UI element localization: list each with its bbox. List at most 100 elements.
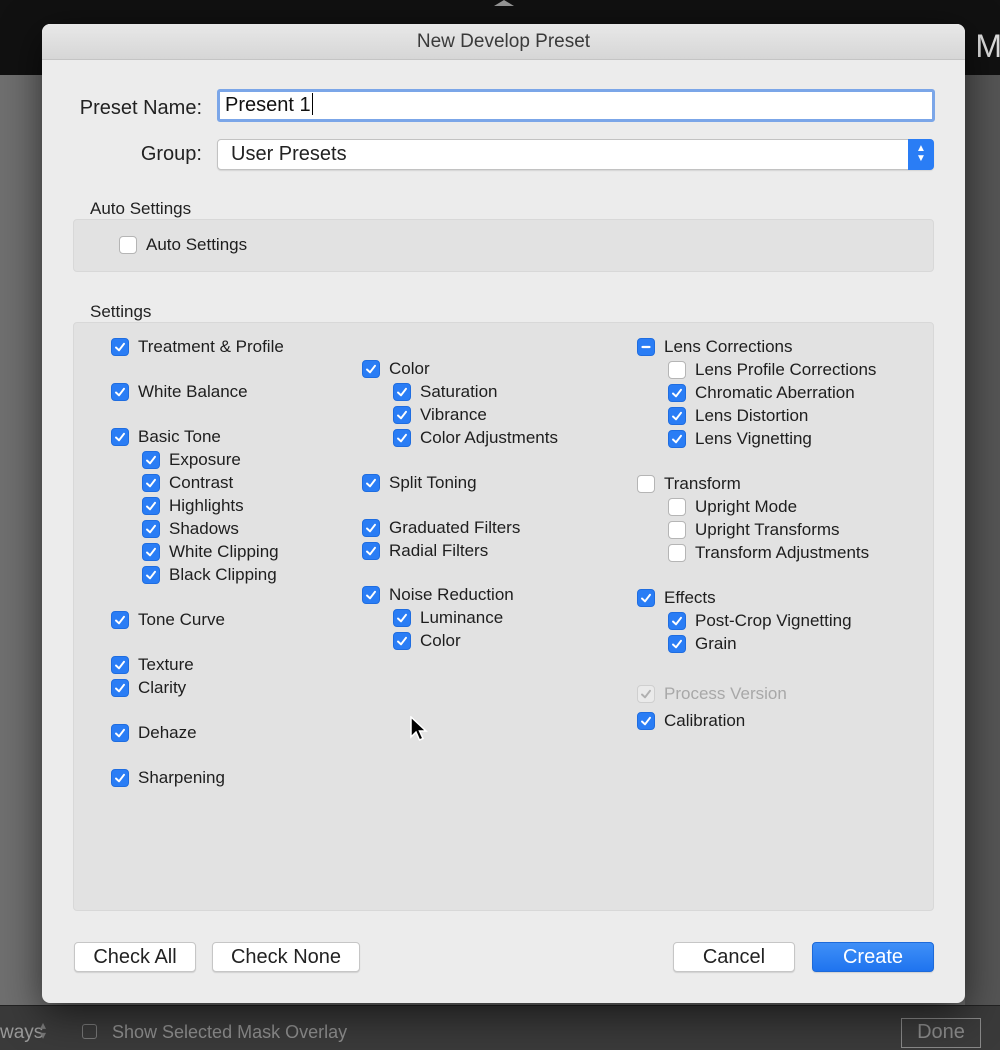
auto-settings-checkbox[interactable]: Auto Settings: [119, 235, 247, 255]
checkmark-icon[interactable]: [668, 635, 686, 653]
setting-shadows-checkbox[interactable]: Shadows: [142, 519, 239, 539]
checkmark-icon[interactable]: [142, 497, 160, 515]
checkmark-icon[interactable]: [111, 724, 129, 742]
checkmark-icon[interactable]: [362, 474, 380, 492]
group-select[interactable]: User Presets ▲ ▼: [217, 139, 934, 170]
setting-label: White Clipping: [169, 542, 279, 561]
select-arrows-icon[interactable]: ▴ ▾: [40, 1019, 46, 1041]
checkmark-icon[interactable]: [111, 679, 129, 697]
checkmark-icon[interactable]: [393, 406, 411, 424]
setting-radial-filters-checkbox[interactable]: Radial Filters: [362, 541, 488, 561]
checkmark-icon[interactable]: [362, 519, 380, 537]
checkmark-icon[interactable]: [111, 769, 129, 787]
setting-color-adjustments-checkbox[interactable]: Color Adjustments: [393, 428, 558, 448]
setting-clarity-checkbox[interactable]: Clarity: [111, 678, 186, 698]
new-develop-preset-dialog: New Develop Preset Preset Name: Present …: [42, 24, 965, 1003]
checkmark-icon[interactable]: [668, 430, 686, 448]
done-button[interactable]: Done: [901, 1018, 981, 1048]
select-chevrons-icon[interactable]: ▲ ▼: [908, 139, 934, 170]
setting-label: Upright Transforms: [695, 520, 840, 539]
setting-post-crop-vignetting-checkbox[interactable]: Post-Crop Vignetting: [668, 611, 852, 631]
checkmark-icon: [637, 685, 655, 703]
checkmark-icon[interactable]: [111, 428, 129, 446]
checkmark-icon[interactable]: [668, 407, 686, 425]
setting-white-balance-checkbox[interactable]: White Balance: [111, 382, 248, 402]
setting-label: Saturation: [420, 382, 498, 401]
setting-label: Noise Reduction: [389, 585, 514, 604]
checkmark-icon[interactable]: [142, 451, 160, 469]
setting-saturation-checkbox[interactable]: Saturation: [393, 382, 498, 402]
toolbar-select-label[interactable]: ways: [0, 1022, 43, 1044]
checkmark-icon[interactable]: [362, 360, 380, 378]
setting-chromatic-aberration-checkbox[interactable]: Chromatic Aberration: [668, 383, 855, 403]
setting-effects-checkbox[interactable]: Effects: [637, 588, 716, 608]
auto-settings-checkbox-label: Auto Settings: [146, 235, 248, 254]
setting-exposure-checkbox[interactable]: Exposure: [142, 450, 241, 470]
checkmark-icon[interactable]: [393, 632, 411, 650]
setting-color-checkbox[interactable]: Color: [362, 359, 430, 379]
setting-lens-corrections-checkbox[interactable]: Lens Corrections: [637, 337, 793, 357]
setting-grain-checkbox[interactable]: Grain: [668, 634, 737, 654]
checkmark-icon[interactable]: [142, 474, 160, 492]
setting-contrast-checkbox[interactable]: Contrast: [142, 473, 233, 493]
setting-lens-vignetting-checkbox[interactable]: Lens Vignetting: [668, 429, 812, 449]
checkmark-icon[interactable]: [637, 589, 655, 607]
setting-calibration-checkbox[interactable]: Calibration: [637, 711, 745, 731]
check-all-button[interactable]: Check All: [74, 942, 196, 972]
mask-overlay-checkbox[interactable]: [82, 1024, 97, 1039]
checkmark-icon[interactable]: [362, 586, 380, 604]
preset-name-input[interactable]: Present 1: [217, 89, 935, 122]
setting-dehaze-checkbox[interactable]: Dehaze: [111, 723, 197, 743]
preset-name-value: Present 1: [225, 94, 311, 116]
setting-texture-checkbox[interactable]: Texture: [111, 655, 194, 675]
setting-transform-checkbox[interactable]: Transform: [637, 474, 741, 494]
create-button[interactable]: Create: [812, 942, 934, 972]
setting-label: Luminance: [420, 608, 504, 627]
setting-color-checkbox[interactable]: Color: [393, 631, 461, 651]
setting-highlights-checkbox[interactable]: Highlights: [142, 496, 244, 516]
setting-sharpening-checkbox[interactable]: Sharpening: [111, 768, 225, 788]
setting-label: Radial Filters: [389, 541, 489, 560]
mixed-state-icon[interactable]: [637, 338, 655, 356]
unchecked-box[interactable]: [668, 521, 686, 539]
setting-tone-curve-checkbox[interactable]: Tone Curve: [111, 610, 225, 630]
setting-black-clipping-checkbox[interactable]: Black Clipping: [142, 565, 277, 585]
setting-lens-profile-corrections-checkbox[interactable]: Lens Profile Corrections: [668, 360, 876, 380]
checkmark-icon[interactable]: [111, 611, 129, 629]
checkbox-box[interactable]: [119, 236, 137, 254]
setting-treatment-profile-checkbox[interactable]: Treatment & Profile: [111, 337, 284, 357]
setting-label: Process Version: [664, 684, 787, 703]
checkmark-icon[interactable]: [111, 656, 129, 674]
setting-split-toning-checkbox[interactable]: Split Toning: [362, 473, 477, 493]
checkmark-icon[interactable]: [142, 543, 160, 561]
setting-basic-tone-checkbox[interactable]: Basic Tone: [111, 427, 221, 447]
checkmark-icon[interactable]: [111, 383, 129, 401]
unchecked-box[interactable]: [668, 544, 686, 562]
check-none-button[interactable]: Check None: [212, 942, 360, 972]
auto-settings-section-label: Auto Settings: [90, 199, 192, 218]
setting-luminance-checkbox[interactable]: Luminance: [393, 608, 503, 628]
checkmark-icon[interactable]: [393, 383, 411, 401]
setting-noise-reduction-checkbox[interactable]: Noise Reduction: [362, 585, 514, 605]
setting-graduated-filters-checkbox[interactable]: Graduated Filters: [362, 518, 520, 538]
panel-toggle-icon[interactable]: [494, 0, 514, 6]
checkmark-icon[interactable]: [142, 566, 160, 584]
checkmark-icon[interactable]: [393, 429, 411, 447]
checkmark-icon[interactable]: [362, 542, 380, 560]
setting-lens-distortion-checkbox[interactable]: Lens Distortion: [668, 406, 808, 426]
checkmark-icon[interactable]: [668, 612, 686, 630]
unchecked-box[interactable]: [668, 361, 686, 379]
setting-upright-mode-checkbox[interactable]: Upright Mode: [668, 497, 797, 517]
setting-vibrance-checkbox[interactable]: Vibrance: [393, 405, 487, 425]
unchecked-box[interactable]: [637, 475, 655, 493]
setting-transform-adjustments-checkbox[interactable]: Transform Adjustments: [668, 543, 869, 563]
cancel-button[interactable]: Cancel: [673, 942, 795, 972]
checkmark-icon[interactable]: [668, 384, 686, 402]
checkmark-icon[interactable]: [637, 712, 655, 730]
checkmark-icon[interactable]: [393, 609, 411, 627]
setting-upright-transforms-checkbox[interactable]: Upright Transforms: [668, 520, 840, 540]
checkmark-icon[interactable]: [111, 338, 129, 356]
setting-white-clipping-checkbox[interactable]: White Clipping: [142, 542, 279, 562]
unchecked-box[interactable]: [668, 498, 686, 516]
checkmark-icon[interactable]: [142, 520, 160, 538]
